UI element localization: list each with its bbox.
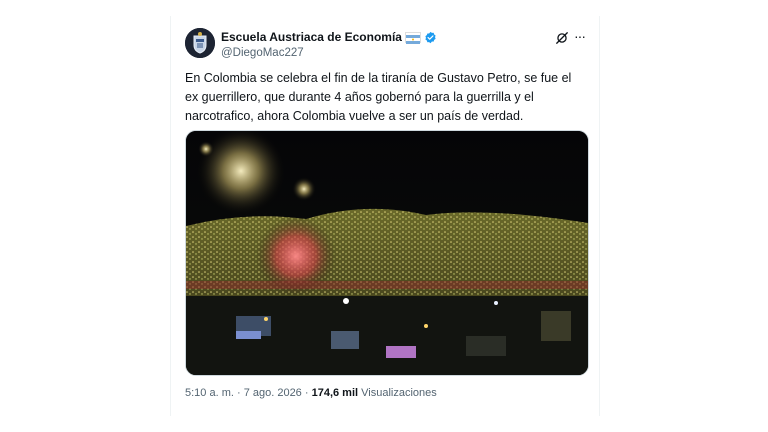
tweet-card[interactable]: Escuela Austriaca de Economía @DiegoMac2…: [170, 16, 600, 416]
views-count: 174,6 mil: [311, 387, 359, 399]
author-display-name[interactable]: Escuela Austriaca de Economía: [221, 30, 402, 44]
verified-badge-icon: [424, 31, 437, 44]
author-handle[interactable]: @DiegoMac227: [221, 46, 304, 60]
views-label: Visualizaciones: [361, 387, 437, 399]
author-name-row[interactable]: Escuela Austriaca de Economía: [221, 30, 437, 44]
tweet-metadata: 5:10 a. m. · 7 ago. 2026 · 174,6 mil Vis…: [185, 387, 437, 399]
meta-separator: ·: [301, 387, 312, 399]
argentina-flag-icon: [404, 31, 421, 44]
tweet-text: En Colombia se celebra el fin de la tira…: [185, 71, 572, 123]
grok-icon[interactable]: [555, 31, 569, 45]
tweet-timestamp[interactable]: 5:10 a. m. · 7 ago. 2026: [185, 387, 302, 399]
more-options-icon[interactable]: ···: [574, 29, 588, 44]
tweet-media-image[interactable]: [185, 130, 589, 376]
avatar[interactable]: [185, 28, 215, 58]
